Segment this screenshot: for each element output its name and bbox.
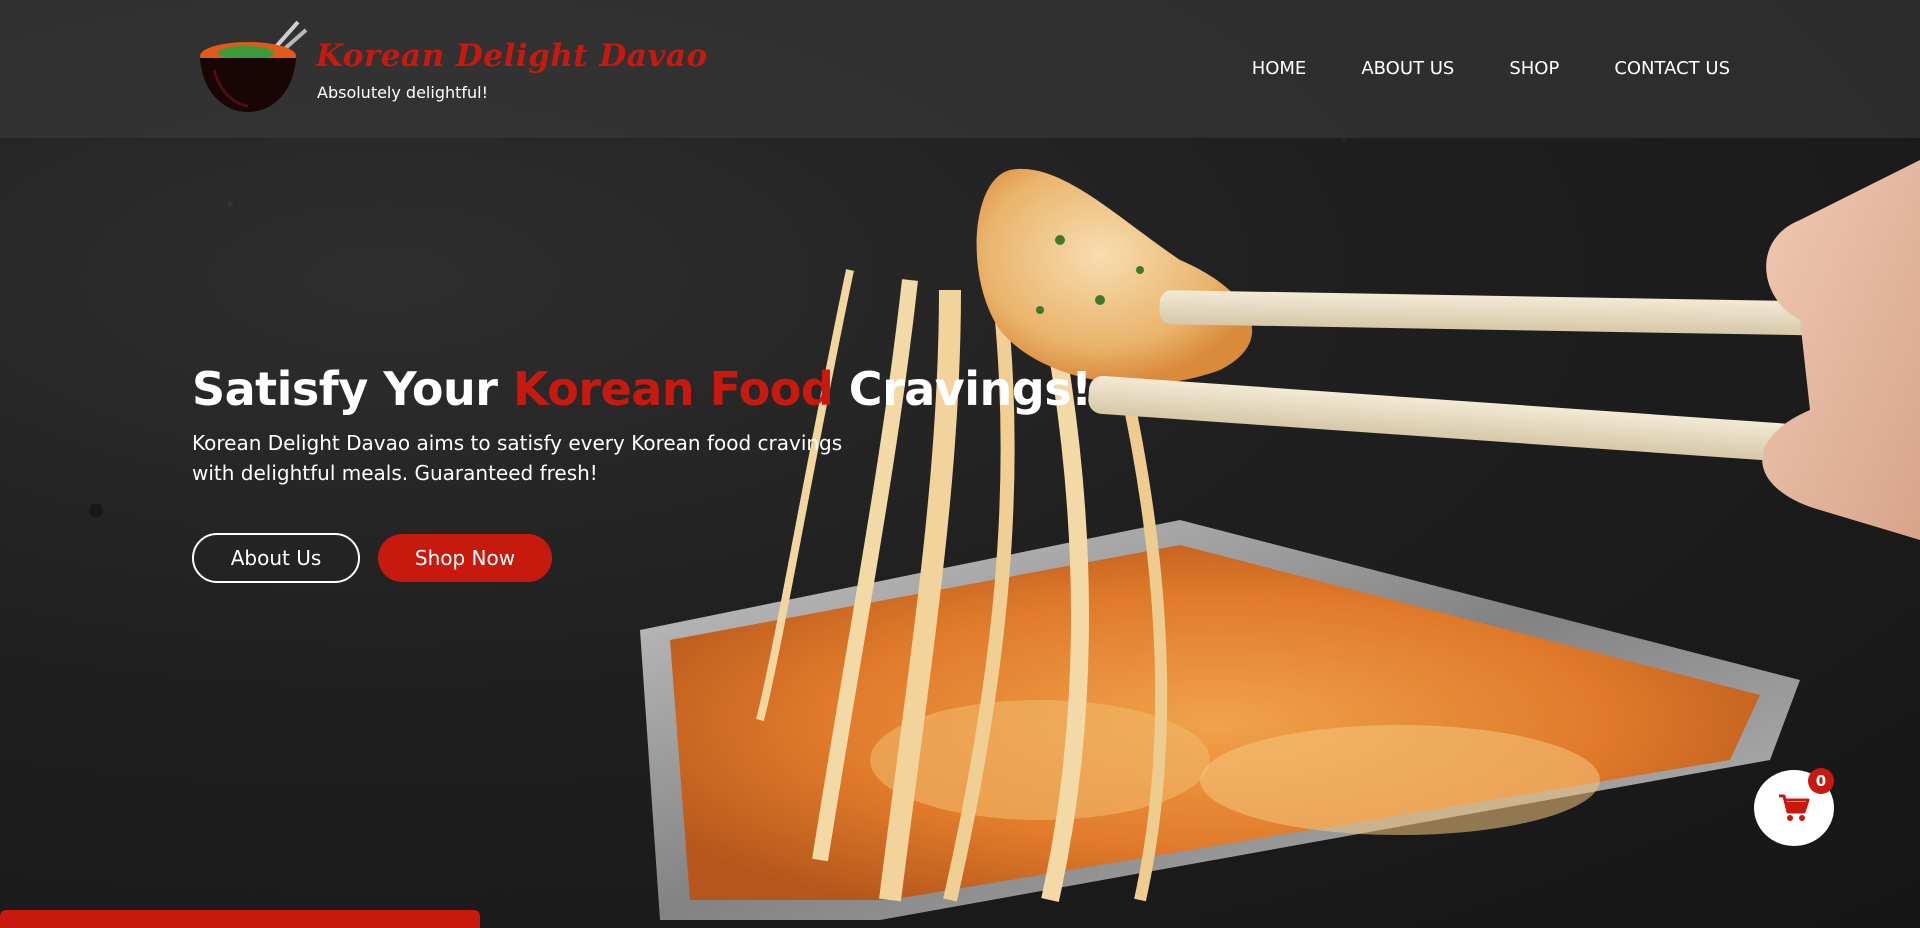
hero-title-part2: Cravings!	[833, 362, 1092, 416]
brand-name[interactable]: Korean Delight Davao	[316, 38, 708, 74]
hero-food-image	[640, 160, 1920, 920]
logo-bowl-icon[interactable]	[198, 20, 308, 115]
nav-item-shop[interactable]: SHOP	[1509, 58, 1559, 79]
main-nav: HOME ABOUT US SHOP CONTACT US	[1252, 58, 1730, 79]
page: Korean Delight Davao Absolutely delightf…	[0, 0, 1920, 928]
site-header: Korean Delight Davao Absolutely delightf…	[0, 0, 1920, 138]
hero-description: Korean Delight Davao aims to satisfy eve…	[192, 431, 843, 485]
hero-title: Satisfy Your Korean Food Cravings!	[192, 362, 1092, 416]
bottom-accent-bar	[0, 910, 480, 928]
hero-title-part1: Satisfy Your	[192, 362, 513, 416]
brand-tagline: Absolutely delightful!	[317, 83, 489, 102]
shop-now-button[interactable]: Shop Now	[378, 534, 552, 582]
cart-count-badge: 0	[1808, 768, 1834, 794]
hero-title-accent: Korean Food	[512, 362, 834, 416]
nav-item-contact-us[interactable]: CONTACT US	[1614, 58, 1730, 79]
cart-icon	[1779, 794, 1810, 821]
nav-item-about-us[interactable]: ABOUT US	[1361, 58, 1454, 79]
about-us-button[interactable]: About Us	[192, 533, 360, 583]
nav-item-home[interactable]: HOME	[1252, 58, 1307, 79]
